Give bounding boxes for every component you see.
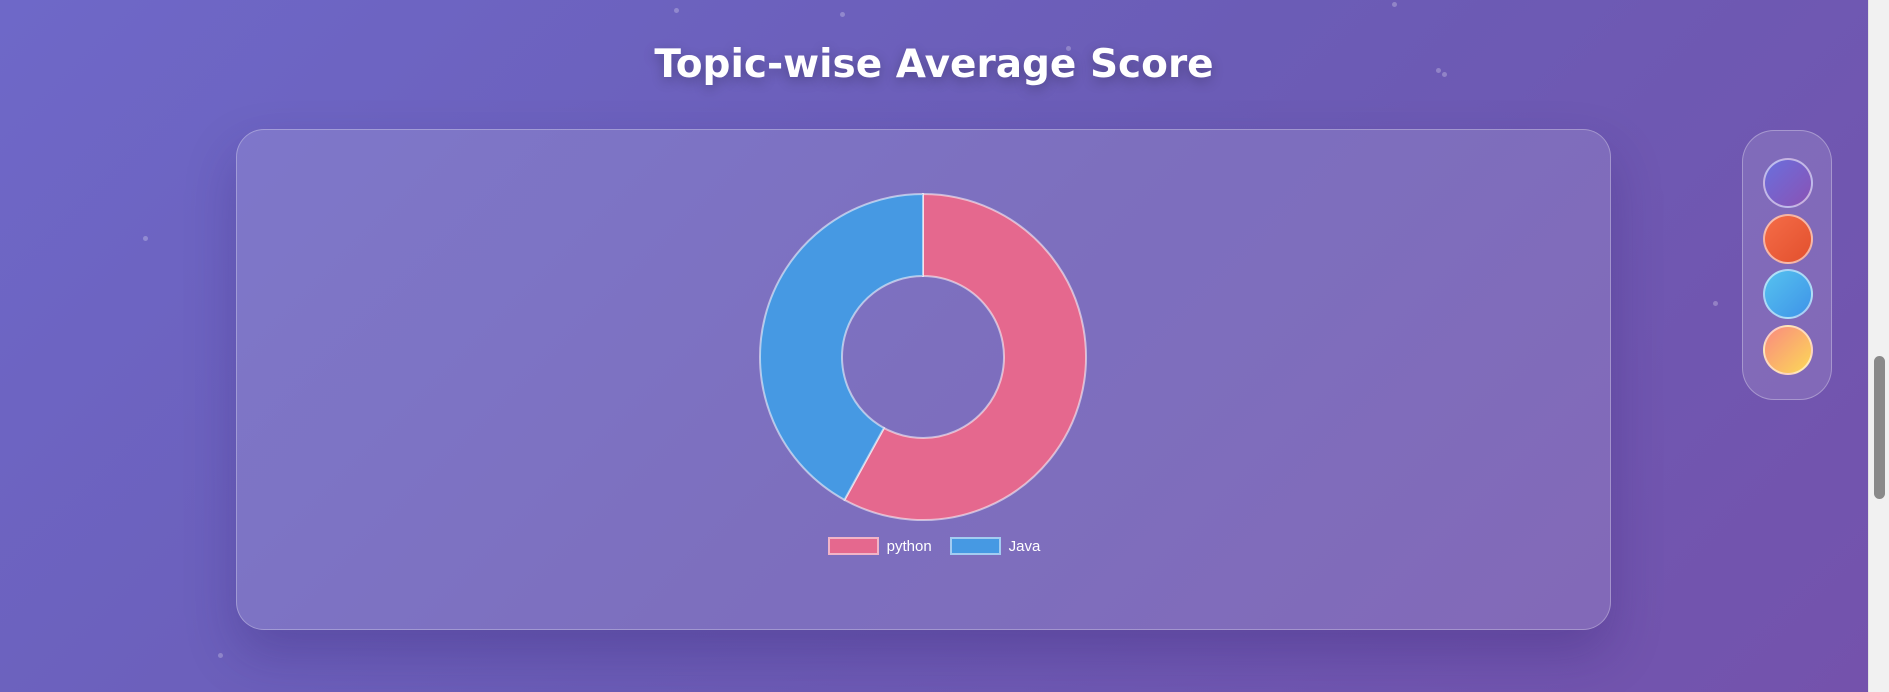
theme-picker-panel xyxy=(1742,130,1832,400)
doughnut-chart xyxy=(759,192,1087,521)
legend-item-java[interactable]: Java xyxy=(949,537,1041,555)
theme-option-orange-red[interactable] xyxy=(1763,214,1813,264)
legend-label: Java xyxy=(1008,537,1041,555)
legend-swatch xyxy=(949,537,1001,555)
vertical-scrollbar[interactable] xyxy=(1868,0,1889,692)
legend-item-python[interactable]: python xyxy=(827,537,932,555)
legend-label: python xyxy=(886,537,932,555)
chart-legend: python Java xyxy=(0,537,1868,555)
legend-swatch xyxy=(827,537,879,555)
theme-option-peach-yellow[interactable] xyxy=(1763,325,1813,375)
theme-option-purple-blue[interactable] xyxy=(1763,158,1813,208)
scrollbar-thumb[interactable] xyxy=(1874,356,1885,499)
theme-option-sky-blue[interactable] xyxy=(1763,269,1813,319)
